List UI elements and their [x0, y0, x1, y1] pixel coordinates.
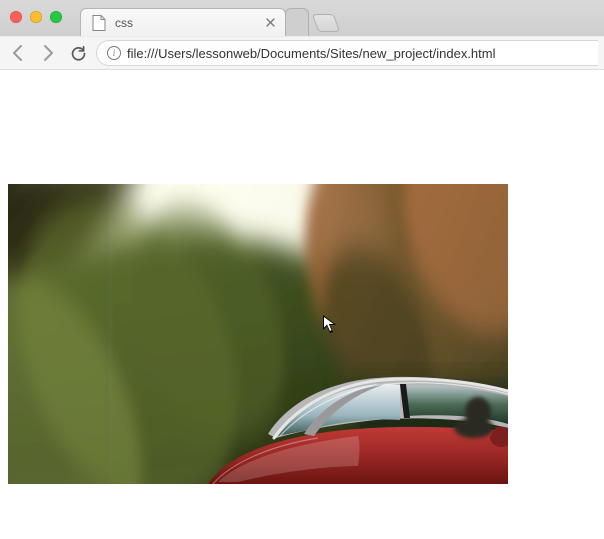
tab-inactive[interactable] — [285, 8, 309, 36]
file-icon — [91, 15, 107, 31]
toolbar: i file:///Users/lessonweb/Documents/Site… — [0, 36, 604, 70]
page-viewport[interactable] — [0, 70, 604, 539]
reload-button[interactable] — [66, 41, 90, 65]
page-image — [8, 184, 508, 484]
address-bar[interactable]: i file:///Users/lessonweb/Documents/Site… — [96, 40, 598, 66]
window-maximize-button[interactable] — [50, 11, 62, 23]
traffic-lights — [10, 11, 62, 23]
window-minimize-button[interactable] — [30, 11, 42, 23]
tab-close-button[interactable] — [263, 16, 277, 30]
new-tab-button[interactable] — [312, 14, 341, 32]
tab-active[interactable]: css — [80, 8, 286, 36]
tab-title: css — [115, 16, 133, 30]
site-info-icon[interactable]: i — [107, 46, 121, 60]
tabs: css — [80, 0, 337, 36]
forward-button[interactable] — [36, 41, 60, 65]
tab-strip: css — [0, 0, 604, 36]
url-text: file:///Users/lessonweb/Documents/Sites/… — [127, 46, 496, 61]
window-close-button[interactable] — [10, 11, 22, 23]
back-button[interactable] — [6, 41, 30, 65]
